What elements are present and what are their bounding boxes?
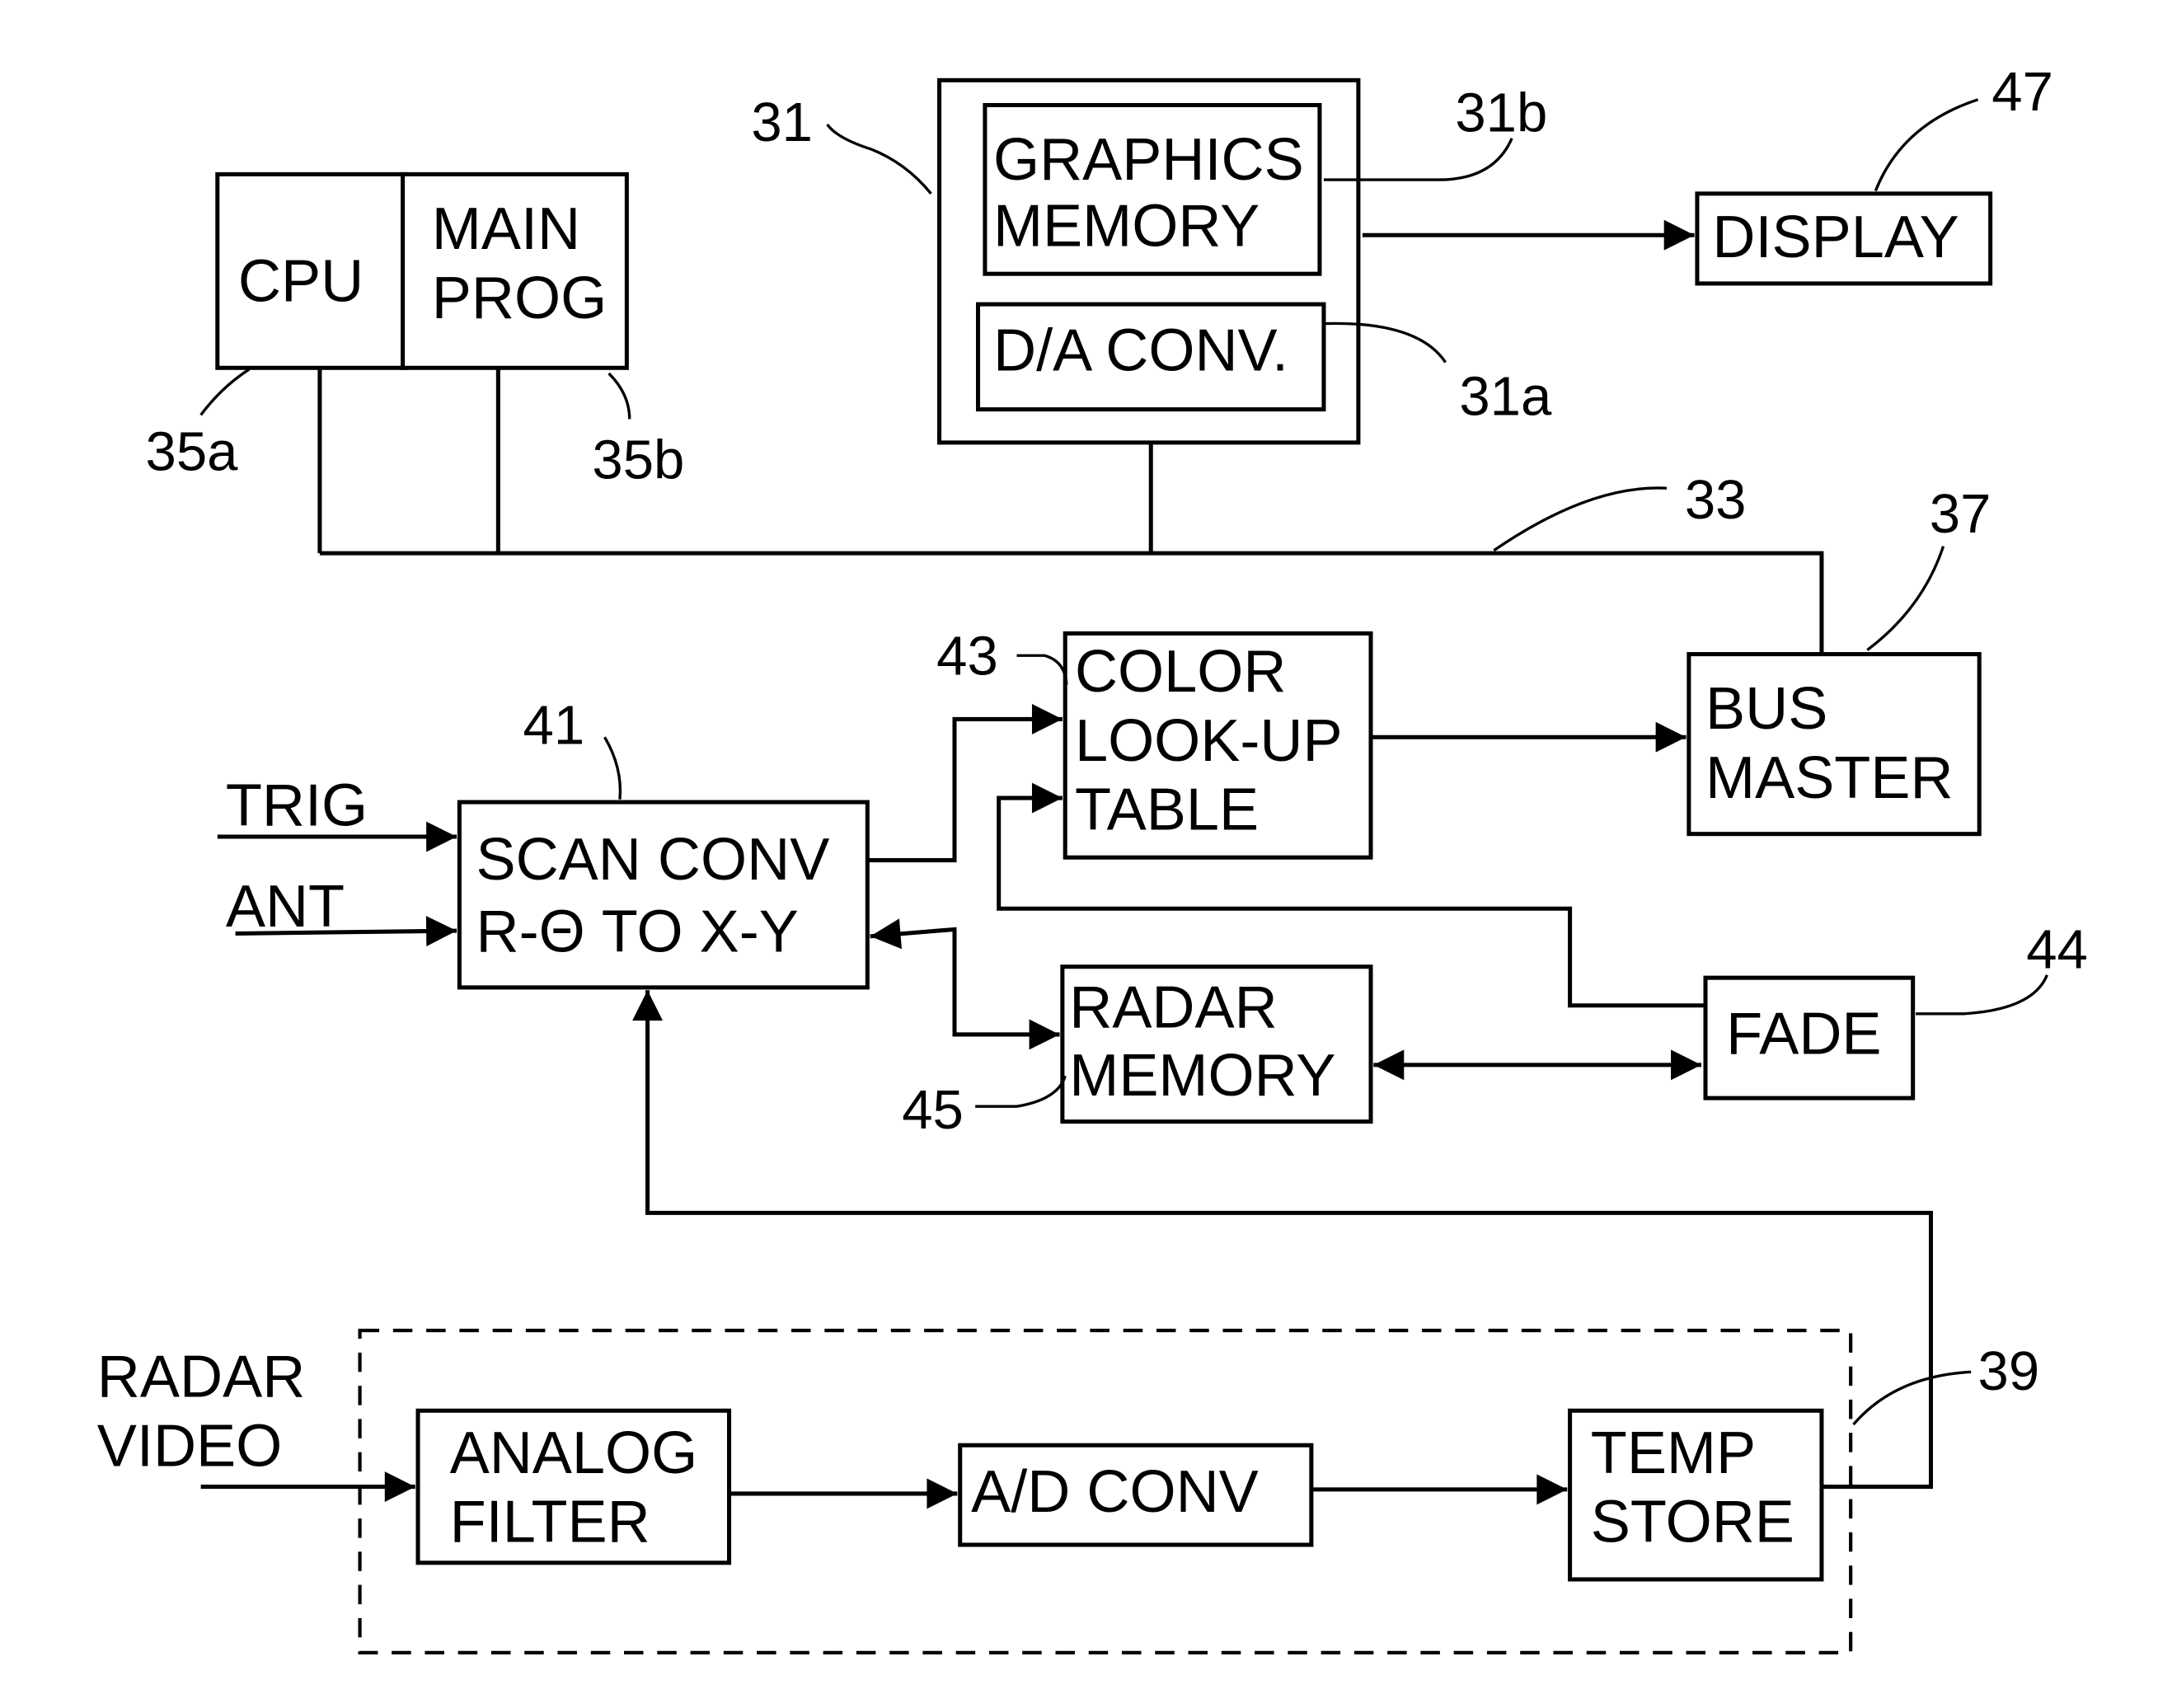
radar-video-label-line2: VIDEO [97, 1413, 282, 1479]
main-prog-block: MAIN PROG [401, 171, 629, 370]
leader-35a [199, 368, 251, 416]
graphics-memory-label-line2: MEMORY [993, 194, 1260, 260]
radar-memory-label-line1: RADAR [1069, 975, 1277, 1041]
cpu-block: CPU [215, 171, 408, 370]
leader-44 [1916, 974, 2048, 1016]
leader-35b [608, 372, 631, 420]
fade-label: FADE [1726, 1001, 1881, 1067]
leader-47 [1874, 98, 1979, 192]
main-prog-label-line1: MAIN [432, 196, 580, 262]
cpu-label: CPU [238, 249, 364, 315]
temp-store-label-line1: TEMP [1591, 1420, 1756, 1486]
leader-45 [975, 1075, 1067, 1108]
analog-filter-label-line2: FILTER [450, 1490, 650, 1556]
scan-conv-to-lut-arrow [867, 703, 1063, 863]
ref-37: 37 [1930, 483, 1991, 545]
color-lut-label-line3: TABLE [1075, 777, 1259, 843]
leader-39 [1852, 1370, 1972, 1426]
radar-block-diagram: CPU MAIN PROG 35a 35b GRAPHICS MEMORY D/… [97, 61, 2088, 1654]
leader-31 [826, 123, 932, 195]
ad-conv-block: A/D CONV [958, 1443, 1314, 1547]
color-lut-block: COLOR LOOK-UP TABLE [1063, 631, 1373, 860]
ref-39: 39 [1978, 1340, 2040, 1402]
ref-35a: 35a [146, 420, 239, 482]
main-prog-label-line2: PROG [432, 265, 607, 331]
bus-master-label-line1: BUS [1705, 676, 1827, 742]
scan-conv-radar-memory-link [870, 918, 1060, 1050]
ant-input-arrow [235, 916, 457, 947]
bus-master-block: BUS MASTER [1687, 652, 1982, 837]
analog-filter-block: ANALOG FILTER [415, 1408, 732, 1565]
fade-block: FADE [1703, 975, 1916, 1100]
scan-conv-label-line1: SCAN CONV [476, 827, 830, 893]
temp-store-block: TEMP STORE [1568, 1408, 1824, 1582]
temp-store-label-line2: STORE [1591, 1490, 1794, 1556]
display-block: DISPLAY [1695, 191, 1993, 286]
ref-31b: 31b [1455, 82, 1547, 143]
radar-memory-label-line2: MEMORY [1069, 1043, 1335, 1109]
ref-33: 33 [1685, 469, 1747, 531]
ref-47: 47 [1991, 61, 2053, 123]
ant-input-label: ANT [226, 874, 345, 940]
ref-41: 41 [523, 695, 585, 757]
ref-35b: 35b [592, 429, 684, 490]
ref-44: 44 [2026, 918, 2088, 980]
display-label: DISPLAY [1712, 204, 1959, 270]
graphics-memory-label-line1: GRAPHICS [993, 127, 1304, 193]
ref-43: 43 [936, 626, 998, 687]
ref-45: 45 [902, 1079, 964, 1141]
radar-video-label-line1: RADAR [97, 1344, 305, 1410]
color-lut-label-line2: LOOK-UP [1075, 708, 1343, 774]
analog-filter-label-line1: ANALOG [450, 1420, 698, 1486]
ad-conv-label: A/D CONV [971, 1459, 1259, 1525]
scan-conv-block: SCAN CONV R-Θ TO X-Y [457, 800, 870, 990]
bus-master-label-line2: MASTER [1705, 745, 1954, 811]
trig-input-label: TRIG [226, 773, 368, 839]
graphics-unit-block: GRAPHICS MEMORY D/A CONV. [937, 77, 1361, 445]
leader-33 [1493, 486, 1668, 552]
radar-memory-block: RADAR MEMORY [1060, 964, 1373, 1124]
color-lut-label-line1: COLOR [1075, 639, 1287, 705]
da-conv-label: D/A CONV. [993, 318, 1288, 384]
ref-31a: 31a [1459, 365, 1552, 427]
leader-41 [603, 736, 622, 800]
ref-31: 31 [751, 92, 813, 153]
leader-37 [1866, 546, 1945, 651]
leader-43 [1016, 654, 1068, 685]
scan-conv-label-line2: R-Θ TO X-Y [476, 899, 799, 964]
